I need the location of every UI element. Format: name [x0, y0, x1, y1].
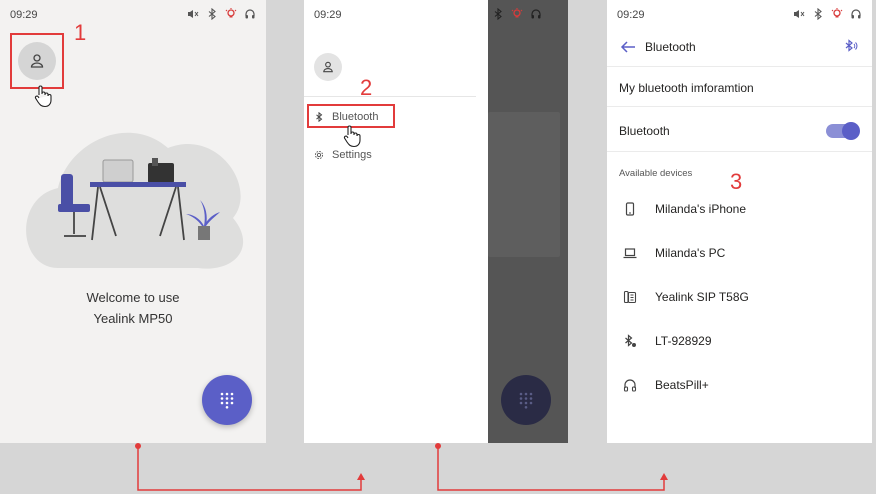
step2-number: 2: [360, 75, 373, 100]
menu-item-settings-label: Settings: [332, 149, 372, 161]
status-time: 09:29: [314, 9, 342, 21]
bluetooth-scan-icon[interactable]: [842, 38, 858, 54]
device-name: Milanda's PC: [655, 246, 726, 260]
device-name: LT-928929: [655, 334, 712, 348]
bluetooth-toggle-row: Bluetooth: [607, 106, 872, 152]
my-bluetooth-info-label: My bluetooth imforamtion: [619, 81, 754, 95]
step1-highlight: [10, 33, 64, 89]
welcome-line1: Welcome to use: [86, 290, 180, 305]
status-time: 09:29: [617, 9, 645, 21]
page-title: Bluetooth: [645, 40, 696, 54]
welcome-line2: Yealink MP50: [93, 311, 173, 326]
drawer-avatar[interactable]: [314, 53, 342, 81]
dialpad-icon: [519, 392, 533, 409]
bluetooth-icon: [494, 8, 502, 20]
headset-icon: [531, 9, 541, 19]
drawer-divider: [304, 96, 476, 97]
my-bluetooth-info-row[interactable]: My bluetooth imforamtion: [607, 66, 872, 106]
home-screen-panel: 09:29 1 Welcome to use Yealink MP50: [0, 0, 266, 443]
status-icons: [492, 8, 542, 20]
dialpad-button[interactable]: [202, 375, 252, 425]
device-name: Milanda's iPhone: [655, 202, 747, 216]
status-icons: [793, 8, 862, 20]
device-row[interactable]: Yealink SIP T58G: [607, 279, 872, 315]
bluetooth-toggle[interactable]: [826, 122, 860, 140]
dimmed-dialpad-button: [501, 375, 551, 425]
bluetooth-toggle-label: Bluetooth: [619, 124, 670, 138]
device-row[interactable]: LT-928929: [607, 323, 872, 359]
status-time: 09:29: [10, 9, 38, 21]
bluetooth-header: Bluetooth: [607, 30, 872, 65]
bluetooth-device-icon: [625, 334, 636, 347]
device-name: BeatsPill+: [655, 378, 709, 392]
hand-cursor-icon: [343, 125, 361, 148]
back-arrow-icon[interactable]: [619, 39, 637, 55]
status-icons: [187, 8, 256, 20]
person-icon: [323, 61, 333, 73]
device-row[interactable]: BeatsPill+: [607, 367, 872, 403]
bluetooth-settings-panel: 09:29 Bluetooth My bluetooth imforamtion…: [607, 0, 872, 443]
bluetooth-icon: [208, 8, 216, 20]
step1-number: 1: [74, 20, 87, 45]
device-row[interactable]: Milanda's PC: [607, 235, 872, 271]
navigation-drawer: 09:29 Bluetooth Settings 2: [304, 0, 488, 443]
bulb-alert-icon: [511, 8, 523, 18]
step-connector-arrows: [135, 443, 668, 491]
desk-phone-icon: [623, 290, 637, 304]
available-devices-label: Available devices: [619, 168, 693, 179]
device-name: Yealink SIP T58G: [655, 290, 749, 304]
bulb-alert-icon: [225, 8, 237, 18]
device-row[interactable]: Milanda's iPhone: [607, 191, 872, 227]
gear-icon: [314, 150, 324, 160]
speaker-mute-icon: [794, 10, 805, 18]
side-menu-panel: 09:29 Bluetooth Settings 2: [304, 0, 568, 443]
bulb-alert-icon: [831, 8, 843, 18]
desk-illustration: [26, 132, 244, 269]
headset-icon: [851, 9, 861, 19]
phone-icon: [625, 202, 635, 216]
laptop-icon: [623, 248, 637, 259]
hand-cursor-icon: [34, 85, 52, 108]
bluetooth-icon: [814, 8, 822, 20]
headphones-icon: [623, 379, 637, 392]
speaker-mute-icon: [188, 10, 199, 18]
headset-icon: [245, 9, 255, 19]
toggle-knob: [842, 122, 860, 140]
menu-item-settings[interactable]: Settings: [314, 149, 372, 161]
dimmed-content: [488, 112, 560, 257]
dialpad-icon: [220, 392, 234, 409]
